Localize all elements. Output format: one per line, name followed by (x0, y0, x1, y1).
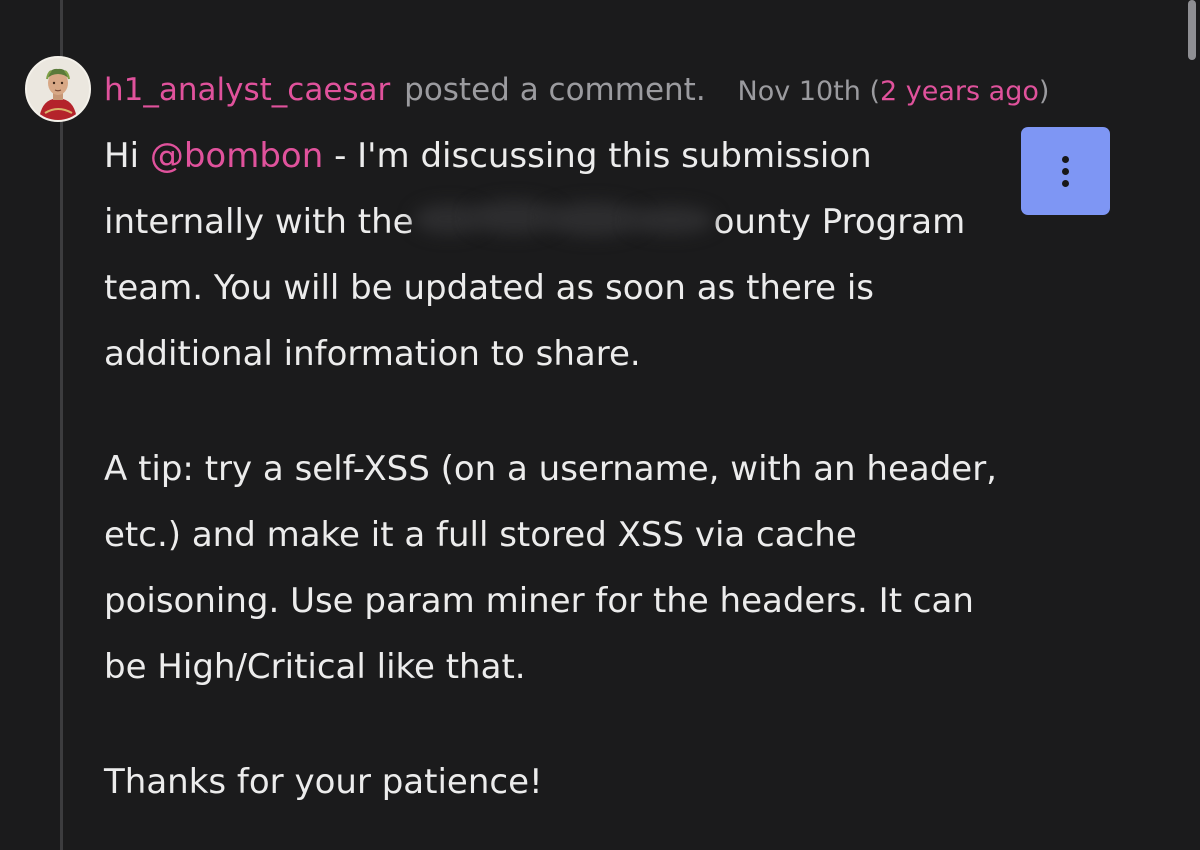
comment-header: h1_analyst_caesar posted a comment. Nov … (104, 68, 1049, 112)
comment-line: be High/Critical like that. (104, 647, 526, 687)
author-link[interactable]: h1_analyst_caesar (104, 72, 390, 108)
comment-line: team. You will be updated as soon as the… (104, 268, 874, 308)
relative-time-close-paren: ) (1038, 76, 1050, 107)
comment-paragraph-2: A tip: try a self-XSS (on a username, wi… (104, 436, 1094, 700)
comment-timestamp: Nov 10th (2 years ago) (738, 76, 1050, 107)
comment-text: internally with the (104, 202, 414, 242)
greeting-text: Hi (104, 136, 150, 176)
comment-line: Thanks for your patience! (104, 762, 543, 802)
relative-time-open-paren: ( (869, 76, 881, 107)
comment-paragraph-3: Thanks for your patience! (104, 749, 1094, 815)
comment-paragraph-1: Hi @bombon - I'm discussing this submiss… (104, 123, 1094, 387)
redacted-blur (413, 198, 714, 238)
scrollbar[interactable] (1186, 0, 1198, 850)
comment-action-text: posted a comment. (404, 72, 706, 108)
comment-text: - I'm discussing this submission (323, 136, 872, 176)
comment-line: internally with the ounty Program (104, 189, 1094, 255)
comment-body: Hi @bombon - I'm discussing this submiss… (104, 123, 1094, 815)
comment-line: Hi @bombon - I'm discussing this submiss… (104, 123, 1094, 189)
avatar[interactable] (25, 56, 91, 122)
comment-line: A tip: try a self-XSS (on a username, wi… (104, 449, 997, 489)
timeline-line (60, 0, 63, 850)
comment-line: etc.) and make it a full stored XSS via … (104, 515, 857, 555)
relative-time-link[interactable]: 2 years ago (880, 76, 1039, 107)
user-mention-link[interactable]: @bombon (150, 136, 323, 176)
roman-bust-avatar-icon (27, 58, 89, 120)
comment-line: additional information to share. (104, 334, 641, 374)
scrollbar-thumb[interactable] (1188, 0, 1196, 60)
comment-date: Nov 10th (737, 76, 861, 107)
comment-line: poisoning. Use param miner for the heade… (104, 581, 974, 621)
comment-text: ounty Program (713, 202, 966, 242)
